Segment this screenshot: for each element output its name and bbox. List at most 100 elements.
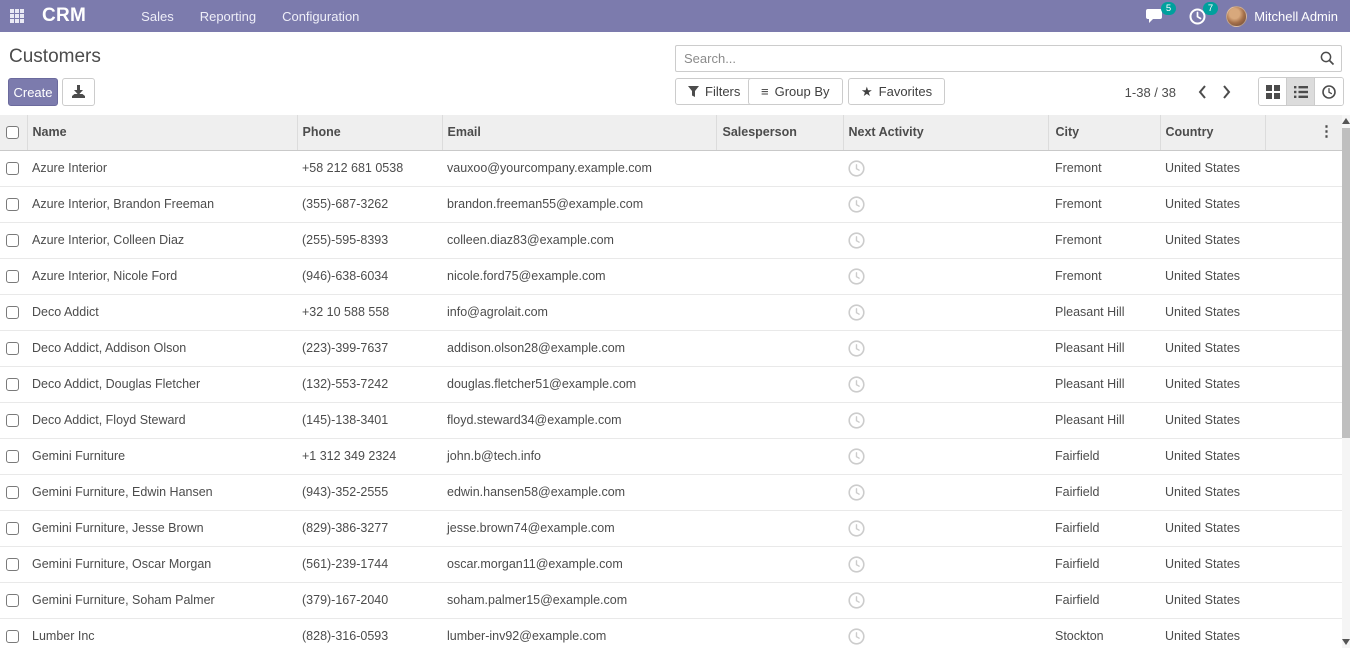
cell-name[interactable]: Deco Addict, Floyd Steward (27, 402, 297, 438)
row-checkbox[interactable] (6, 306, 19, 319)
cell-email[interactable]: lumber-inv92@example.com (442, 618, 716, 648)
cell-name[interactable]: Gemini Furniture (27, 438, 297, 474)
cell-name[interactable]: Azure Interior (27, 150, 297, 186)
cell-next-activity[interactable] (843, 546, 1048, 582)
cell-next-activity[interactable] (843, 186, 1048, 222)
cell-email[interactable]: john.b@tech.info (442, 438, 716, 474)
create-button[interactable]: Create (8, 78, 58, 106)
cell-country[interactable]: United States (1160, 186, 1265, 222)
cell-city[interactable]: Pleasant Hill (1048, 402, 1160, 438)
scrollbar-thumb[interactable] (1342, 128, 1350, 438)
cell-city[interactable]: Pleasant Hill (1048, 366, 1160, 402)
cell-name[interactable]: Azure Interior, Colleen Diaz (27, 222, 297, 258)
cell-email[interactable]: soham.palmer15@example.com (442, 582, 716, 618)
app-brand[interactable]: CRM (42, 5, 86, 27)
cell-phone[interactable]: +1 312 349 2324 (297, 438, 442, 474)
table-row[interactable]: Azure Interior +58 212 681 0538 vauxoo@y… (0, 150, 1342, 186)
cell-salesperson[interactable] (716, 402, 843, 438)
cell-salesperson[interactable] (716, 330, 843, 366)
next-activity-clock-icon[interactable] (848, 448, 865, 465)
row-checkbox[interactable] (6, 486, 19, 499)
column-header-city[interactable]: City (1048, 115, 1160, 150)
cell-next-activity[interactable] (843, 366, 1048, 402)
cell-country[interactable]: United States (1160, 546, 1265, 582)
cell-city[interactable]: Fairfield (1048, 510, 1160, 546)
next-activity-clock-icon[interactable] (848, 556, 865, 573)
row-checkbox[interactable] (6, 378, 19, 391)
cell-phone[interactable]: (132)-553-7242 (297, 366, 442, 402)
menu-sales[interactable]: Sales (128, 0, 187, 32)
cell-city[interactable]: Fairfield (1048, 546, 1160, 582)
cell-city[interactable]: Fairfield (1048, 582, 1160, 618)
cell-next-activity[interactable] (843, 438, 1048, 474)
cell-next-activity[interactable] (843, 510, 1048, 546)
cell-salesperson[interactable] (716, 546, 843, 582)
search-input[interactable] (676, 51, 1313, 66)
cell-country[interactable]: United States (1160, 330, 1265, 366)
column-header-next-activity[interactable]: Next Activity (843, 115, 1048, 150)
row-checkbox[interactable] (6, 558, 19, 571)
cell-next-activity[interactable] (843, 150, 1048, 186)
cell-name[interactable]: Lumber Inc (27, 618, 297, 648)
cell-phone[interactable]: +58 212 681 0538 (297, 150, 442, 186)
row-checkbox[interactable] (6, 162, 19, 175)
apps-menu-button[interactable] (0, 0, 34, 32)
table-row[interactable]: Deco Addict +32 10 588 558 info@agrolait… (0, 294, 1342, 330)
cell-next-activity[interactable] (843, 222, 1048, 258)
menu-reporting[interactable]: Reporting (187, 0, 269, 32)
cell-next-activity[interactable] (843, 582, 1048, 618)
cell-country[interactable]: United States (1160, 474, 1265, 510)
table-row[interactable]: Deco Addict, Addison Olson (223)-399-763… (0, 330, 1342, 366)
cell-salesperson[interactable] (716, 294, 843, 330)
cell-email[interactable]: floyd.steward34@example.com (442, 402, 716, 438)
cell-phone[interactable]: (223)-399-7637 (297, 330, 442, 366)
next-activity-clock-icon[interactable] (848, 412, 865, 429)
cell-city[interactable]: Fairfield (1048, 474, 1160, 510)
row-checkbox[interactable] (6, 414, 19, 427)
cell-salesperson[interactable] (716, 438, 843, 474)
table-row[interactable]: Gemini Furniture +1 312 349 2324 john.b@… (0, 438, 1342, 474)
kanban-view-button[interactable] (1259, 78, 1287, 105)
table-row[interactable]: Gemini Furniture, Edwin Hansen (943)-352… (0, 474, 1342, 510)
cell-name[interactable]: Gemini Furniture, Edwin Hansen (27, 474, 297, 510)
next-activity-clock-icon[interactable] (848, 196, 865, 213)
cell-email[interactable]: oscar.morgan11@example.com (442, 546, 716, 582)
favorites-button[interactable]: ★ Favorites (848, 78, 945, 105)
cell-next-activity[interactable] (843, 474, 1048, 510)
cell-country[interactable]: United States (1160, 222, 1265, 258)
column-header-name[interactable]: Name (27, 115, 297, 150)
menu-configuration[interactable]: Configuration (269, 0, 372, 32)
cell-country[interactable]: United States (1160, 402, 1265, 438)
cell-email[interactable]: douglas.fletcher51@example.com (442, 366, 716, 402)
cell-phone[interactable]: (255)-595-8393 (297, 222, 442, 258)
cell-salesperson[interactable] (716, 258, 843, 294)
column-header-phone[interactable]: Phone (297, 115, 442, 150)
next-activity-clock-icon[interactable] (848, 520, 865, 537)
cell-name[interactable]: Deco Addict (27, 294, 297, 330)
cell-phone[interactable]: +32 10 588 558 (297, 294, 442, 330)
cell-name[interactable]: Azure Interior, Nicole Ford (27, 258, 297, 294)
scroll-down-arrow[interactable] (1342, 637, 1350, 647)
row-checkbox[interactable] (6, 522, 19, 535)
messages-button[interactable]: 5 (1142, 0, 1168, 32)
cell-email[interactable]: jesse.brown74@example.com (442, 510, 716, 546)
table-row[interactable]: Gemini Furniture, Jesse Brown (829)-386-… (0, 510, 1342, 546)
cell-city[interactable]: Fairfield (1048, 438, 1160, 474)
cell-next-activity[interactable] (843, 330, 1048, 366)
row-checkbox[interactable] (6, 630, 19, 643)
cell-salesperson[interactable] (716, 222, 843, 258)
select-all-checkbox[interactable] (6, 126, 19, 139)
row-checkbox[interactable] (6, 342, 19, 355)
cell-email[interactable]: vauxoo@yourcompany.example.com (442, 150, 716, 186)
cell-country[interactable]: United States (1160, 618, 1265, 648)
activities-button[interactable]: 7 (1184, 0, 1210, 32)
cell-phone[interactable]: (355)-687-3262 (297, 186, 442, 222)
row-checkbox[interactable] (6, 234, 19, 247)
column-header-salesperson[interactable]: Salesperson (716, 115, 843, 150)
next-activity-clock-icon[interactable] (848, 376, 865, 393)
cell-city[interactable]: Fremont (1048, 222, 1160, 258)
table-row[interactable]: Deco Addict, Floyd Steward (145)-138-340… (0, 402, 1342, 438)
cell-city[interactable]: Fremont (1048, 258, 1160, 294)
cell-city[interactable]: Pleasant Hill (1048, 294, 1160, 330)
cell-city[interactable]: Pleasant Hill (1048, 330, 1160, 366)
